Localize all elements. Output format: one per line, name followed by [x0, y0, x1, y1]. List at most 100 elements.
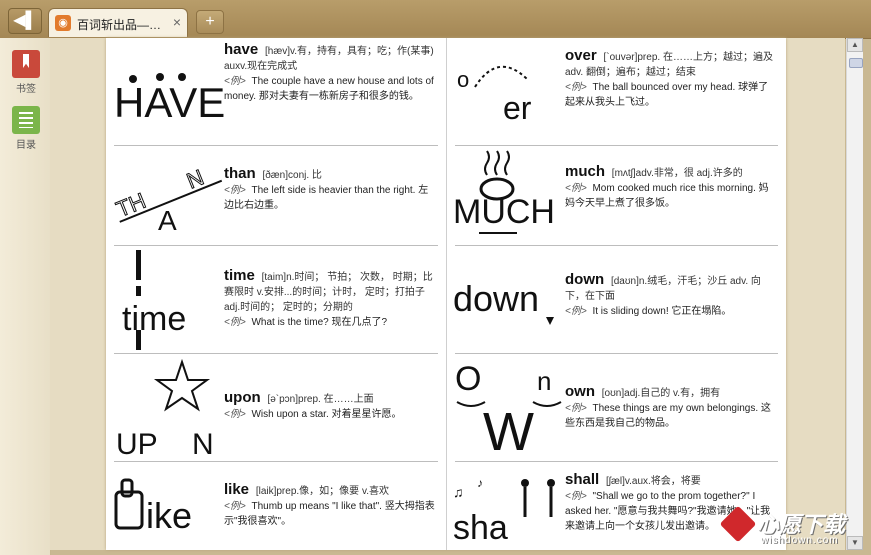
svg-text:ike: ike [146, 495, 192, 536]
example-tag: <例> [224, 501, 246, 512]
word: over [565, 47, 597, 64]
word-illustration-down: down [453, 250, 563, 350]
word: have [224, 41, 259, 58]
word: much [565, 163, 606, 180]
back-button[interactable]: ◀▌ [8, 8, 42, 34]
example-sentence: Thumb up means "I like that". 竖大拇指表示"我很喜… [224, 501, 435, 527]
word: than [224, 165, 256, 182]
shall-art-icon: ♫ ♪ sha [453, 476, 555, 547]
svg-text:O: O [455, 360, 481, 398]
word-entry-own: O n W own [oʊn]adj.自己的 v.有，拥有 <例> These … [447, 354, 786, 462]
word-entry-have: HAVE have [hæv]v.有，持有，具有；吃；作(某事) auxv.现在… [106, 38, 446, 146]
example-sentence: It is sliding down! 它正在塌陷。 [592, 306, 732, 317]
word-entry-time: time time [taim]n.时间； 节拍； 次数， 时期；比赛限时 v.… [106, 246, 446, 354]
example-tag: <例> [224, 409, 246, 420]
example-sentence: These things are my own belongings. 这些东西… [565, 403, 771, 429]
word-illustration-time: time [112, 250, 222, 350]
definition: [ðæn]conj. 比 [262, 170, 322, 181]
svg-text:time: time [122, 300, 186, 338]
example-tag: <例> [565, 183, 587, 194]
sidebar-label-toc: 目录 [16, 140, 36, 151]
close-icon[interactable]: × [173, 14, 181, 30]
example-sentence: The couple have a new house and lots of … [224, 76, 434, 102]
have-art-icon: HAVE [114, 73, 225, 126]
svg-text:n: n [537, 366, 551, 396]
svg-text:♫: ♫ [453, 484, 464, 500]
over-art-icon: o er [457, 65, 532, 126]
svg-text:down: down [453, 278, 539, 319]
example-sentence: The ball bounced over my head. 球弹了起来从我头上… [565, 82, 769, 108]
watermark: 心愿下载 wishdown.com [719, 505, 865, 551]
svg-text:W: W [483, 402, 534, 462]
svg-text:er: er [503, 90, 532, 126]
tab-title: 百词斩出品—… [77, 18, 162, 32]
example-tag: <例> [224, 317, 246, 328]
sidebar-item-bookmark[interactable]: 书签 [9, 50, 43, 95]
example-tag: <例> [565, 306, 587, 317]
svg-text:MUCH: MUCH [453, 193, 555, 231]
svg-text:UP: UP [116, 428, 158, 461]
word-illustration-own: O n W [453, 358, 563, 462]
example-sentence: Mom cooked much rice this morning. 妈妈今天早… [565, 183, 769, 209]
much-art-icon: MUCH [453, 150, 555, 234]
word-illustration-shall: ♫ ♪ sha [453, 466, 563, 550]
svg-text:HAVE: HAVE [114, 79, 225, 126]
definition: [mʌtʃ]adv.非常，很 adj.许多的 [611, 168, 743, 179]
scroll-up-icon[interactable]: ▲ [847, 38, 863, 52]
word: upon [224, 389, 261, 406]
definition: [ə`pɔn]prep. 在……上面 [267, 394, 374, 405]
word: like [224, 481, 250, 498]
word-entry-than: TH N A than [ðæn]conj. 比 <例> The left si… [106, 138, 446, 246]
table-of-contents-icon [12, 106, 40, 134]
example-tag: <例> [565, 491, 587, 502]
sidebar-item-toc[interactable]: 目录 [9, 106, 43, 151]
definition: [taim]n.时间； 节拍； 次数， 时期；比赛限时 v.安排...的时间；计… [224, 272, 433, 313]
reader-area: HAVE have [hæv]v.有，持有，具有；吃；作(某事) auxv.现在… [50, 38, 845, 550]
example-tag: <例> [224, 76, 246, 87]
word: shall [565, 471, 600, 488]
definition: [ʃæl]v.aux.将会，将要 [605, 476, 701, 487]
word-illustration-over: o er [453, 42, 563, 142]
book-page: HAVE have [hæv]v.有，持有，具有；吃；作(某事) auxv.现在… [106, 38, 786, 550]
like-art-icon: ike [114, 478, 192, 536]
time-art-icon: time [122, 250, 186, 350]
sidebar-label-bookmark: 书签 [16, 84, 36, 95]
word-illustration-much: MUCH [453, 142, 563, 242]
definition: [laik]prep.像，如；像要 v.喜欢 [255, 486, 389, 497]
word: time [224, 267, 255, 284]
app-logo-icon: ◉ [55, 15, 71, 31]
example-tag: <例> [565, 82, 587, 93]
svg-text:A: A [158, 205, 177, 236]
tab-active[interactable]: ◉ 百词斩出品—… × [48, 8, 188, 37]
down-art-icon: down [453, 278, 554, 325]
svg-text:N: N [183, 164, 207, 193]
example-sentence: What is the time? 现在几点了? [251, 317, 388, 328]
word: own [565, 383, 595, 400]
example-sentence: Wish upon a star. 对着星星许愿。 [251, 409, 402, 420]
bookmark-icon [12, 50, 40, 78]
definition: [oʊn]adj.自己的 v.有，拥有 [601, 388, 721, 399]
watermark-logo-icon [719, 505, 757, 543]
example-tag: <例> [565, 403, 587, 414]
word-entry-like: ike like [laik]prep.像，如；像要 v.喜欢 <例> Thum… [106, 462, 446, 550]
title-bar: ◀▌ ◉ 百词斩出品—… × + [0, 0, 871, 39]
word-entry-over: o er over [`ouvər]prep. 在……上方；越过；遍及 adv.… [447, 38, 786, 146]
upon-art-icon: UP N [116, 358, 214, 461]
example-sentence: The left side is heavier than the right.… [224, 185, 429, 211]
word-entry-upon: UP N upon [ə`pɔn]prep. 在……上面 <例> Wish up… [106, 354, 446, 462]
svg-text:sha: sha [453, 509, 508, 547]
word-illustration-have: HAVE [112, 42, 225, 142]
svg-text:TH: TH [113, 188, 150, 222]
vertical-scrollbar[interactable]: ▲ ▼ [846, 38, 863, 550]
word-illustration-upon: UP N [112, 358, 222, 461]
watermark-url: wishdown.com [761, 535, 839, 546]
word-entry-down: down down [daʊn]n.绒毛，汗毛；沙丘 adv. 向下，在下面 <… [447, 246, 786, 354]
back-arrow-icon: ◀▌ [13, 12, 37, 29]
own-art-icon: O n W [455, 360, 562, 462]
svg-text:o: o [457, 67, 469, 92]
word: down [565, 271, 605, 288]
scroll-thumb[interactable] [849, 58, 863, 68]
new-tab-button[interactable]: + [196, 10, 224, 34]
sidebar: 书签 目录 [0, 38, 51, 555]
word-illustration-than: TH N A [112, 142, 223, 242]
